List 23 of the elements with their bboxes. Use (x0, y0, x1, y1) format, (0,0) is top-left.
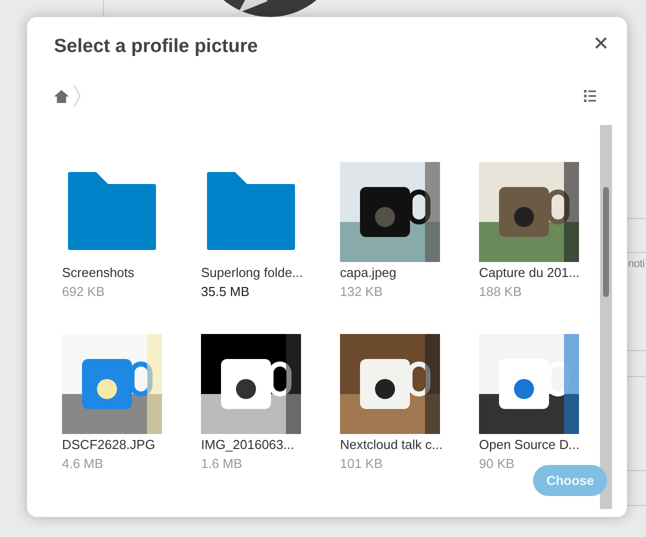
file-name: capa.jpeg (340, 264, 398, 282)
file-name: Capture du 201... (479, 264, 580, 282)
background-text: noti (628, 258, 645, 270)
file-size: 4.6 MB (62, 455, 104, 473)
file-size: 35.5 MB (201, 283, 250, 301)
file-name: Superlong folde... (201, 264, 304, 282)
file-name: IMG_2016063... (201, 436, 296, 454)
home-icon[interactable] (54, 90, 69, 102)
file-size: 1.6 MB (201, 455, 244, 473)
breadcrumb-separator-icon (73, 84, 81, 108)
file-size: 132 KB (340, 283, 384, 301)
file-size: 90 KB (479, 455, 516, 473)
file-size: 188 KB (479, 283, 523, 301)
file-size: 101 KB (340, 455, 384, 473)
file-name: Open Source D... (479, 436, 580, 454)
file-name: Screenshots (62, 264, 136, 282)
close-icon[interactable] (595, 37, 607, 49)
scrollbar-thumb[interactable] (603, 187, 609, 297)
list-view-icon[interactable] (584, 90, 596, 102)
file-name: DSCF2628.JPG (62, 436, 156, 454)
file-size: 692 KB (62, 283, 106, 301)
dialog-title: Select a profile picture (54, 36, 258, 58)
file-name: Nextcloud talk c... (340, 436, 444, 454)
